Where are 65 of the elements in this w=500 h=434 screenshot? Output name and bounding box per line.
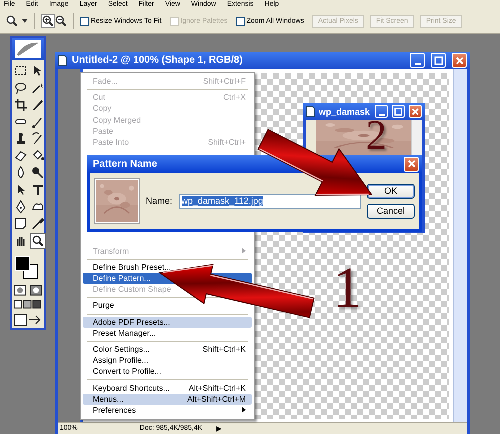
close-icon (406, 158, 418, 170)
menu-item[interactable]: Keyboard Shortcuts... Alt+Shift+Ctrl+K (83, 382, 252, 394)
dodge-icon[interactable] (31, 166, 45, 180)
lasso-icon[interactable] (14, 81, 28, 95)
dialog-title: Pattern Name (93, 158, 158, 170)
zoom-icon[interactable] (31, 234, 45, 248)
checkbox[interactable] (80, 16, 89, 26)
close-button[interactable] (409, 105, 422, 118)
menu-item[interactable]: Preferences (83, 404, 252, 416)
field-label: Name: (146, 196, 173, 206)
menu-item[interactable]: Menus... Alt+Shift+Ctrl+M (83, 394, 252, 405)
maximize-icon (432, 54, 444, 66)
stamp-icon[interactable] (14, 132, 28, 146)
dialog-button[interactable]: OK (367, 184, 415, 198)
maximize-icon (393, 106, 404, 118)
standard-mode-icon[interactable] (14, 285, 26, 296)
maximize-button[interactable] (392, 105, 405, 118)
feather-logo (15, 40, 41, 58)
zoom-in-icon[interactable] (42, 15, 54, 27)
knife-icon[interactable] (31, 98, 45, 112)
step-number: 1 (333, 265, 362, 312)
eraser-icon[interactable] (14, 149, 28, 163)
crop-icon[interactable] (14, 98, 28, 112)
checkbox[interactable] (236, 16, 245, 26)
window-title: wp_damask (319, 106, 371, 116)
close-button[interactable] (404, 156, 419, 172)
menu-item[interactable]: Color Settings... Shift+Ctrl+K (83, 344, 252, 356)
scrollbar[interactable] (411, 120, 422, 155)
eyedropper-icon[interactable] (31, 217, 45, 231)
maximize-button[interactable] (431, 53, 446, 68)
wand-icon[interactable] (31, 81, 45, 95)
pen-icon[interactable] (14, 200, 28, 214)
close-icon (410, 106, 421, 118)
minimize-icon (414, 62, 420, 64)
quick-mask-icon[interactable] (30, 285, 42, 296)
zoom-out-icon[interactable] (55, 15, 67, 27)
caret-icon[interactable] (22, 18, 28, 24)
screen-mode-icon[interactable] (14, 300, 42, 310)
brush-icon[interactable] (31, 115, 45, 129)
step-number: 2 (366, 120, 387, 154)
note-icon[interactable] (14, 217, 28, 231)
name-field[interactable]: wp_damask_112.jpg (178, 194, 361, 208)
color-swatches[interactable] (14, 256, 38, 279)
close-button[interactable] (452, 53, 467, 68)
menu-item[interactable]: Assign Profile... (83, 355, 150, 366)
minimize-icon (378, 114, 384, 116)
bucket-icon[interactable] (31, 149, 45, 163)
dialog-button[interactable]: Cancel (367, 204, 415, 218)
window-title: Untitled-2 @ 100% (Shape 1, RGB/8) (72, 55, 244, 66)
close-icon (454, 54, 466, 66)
zoom-tool-icon[interactable] (6, 15, 18, 27)
menu-item[interactable]: Preset Manager... (83, 328, 158, 339)
document-icon (306, 106, 316, 118)
scrollbar[interactable] (453, 69, 467, 423)
marquee-icon[interactable] (14, 64, 28, 78)
imageready-icon[interactable] (14, 314, 42, 326)
minimize-button[interactable] (410, 53, 425, 68)
menu-item[interactable]: Purge (83, 300, 116, 312)
menu-item[interactable]: Convert to Profile... (83, 366, 162, 378)
menu-item[interactable]: Adobe PDF Presets... (83, 316, 252, 328)
type-tool-icon[interactable] (31, 183, 45, 197)
menu-item[interactable]: Define Brush Preset... (83, 262, 172, 273)
history-brush-icon[interactable] (31, 132, 45, 146)
minimize-button[interactable] (375, 105, 388, 118)
document-icon (58, 54, 68, 66)
